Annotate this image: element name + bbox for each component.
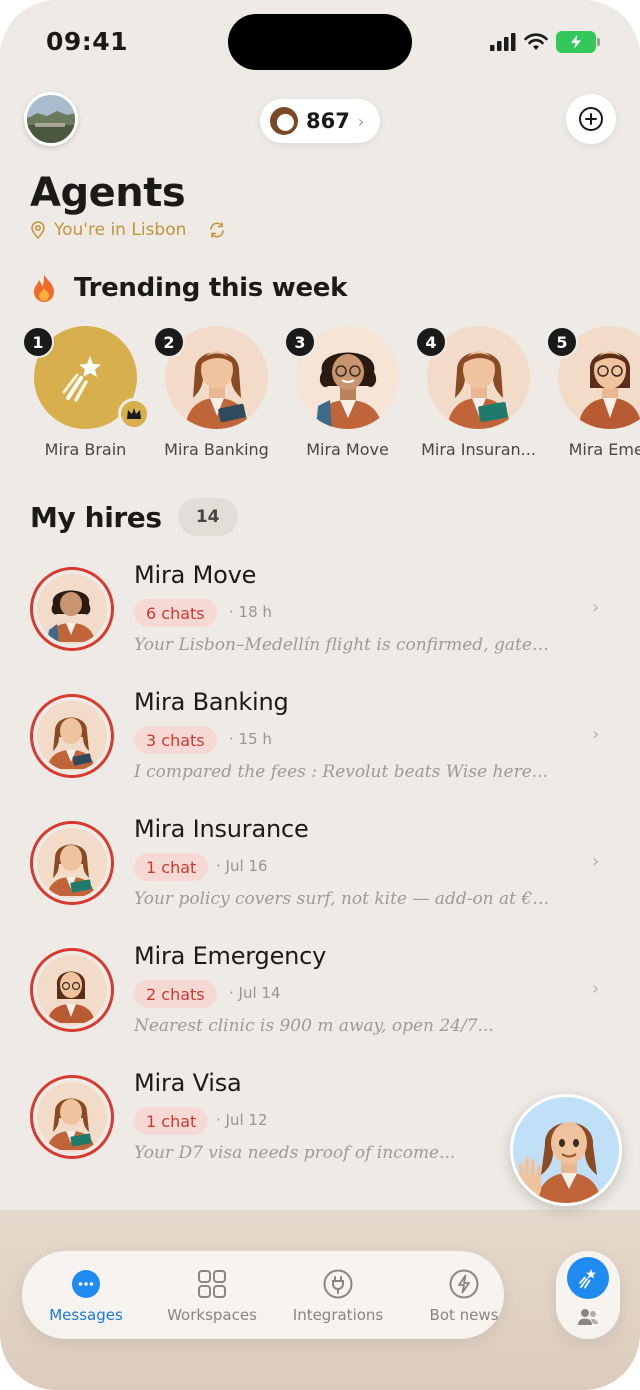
waving-assistant-icon	[519, 1122, 601, 1203]
hire-time: · 18 h	[229, 603, 272, 621]
chevron-right-icon: ›	[592, 724, 600, 745]
users-icon[interactable]	[576, 1305, 600, 1329]
tab-label: Integrations	[292, 1306, 384, 1324]
trending-header: Trending this week	[30, 272, 347, 304]
hires-header: My hires 14	[30, 498, 238, 536]
lightning-icon	[449, 1269, 479, 1299]
plus-circle-icon	[579, 107, 603, 131]
crown-icon	[118, 398, 150, 430]
dynamic-island	[228, 14, 412, 70]
agent-avatar	[30, 694, 114, 778]
hire-time: · Jul 12	[216, 1111, 268, 1129]
agent-avatar	[30, 821, 114, 905]
trending-item[interactable]: 2 Mira Banking	[151, 318, 282, 468]
rank-badge: 5	[546, 326, 578, 358]
grid-icon	[198, 1270, 226, 1298]
hire-preview: I compared the fees : Revolut beats Wise…	[134, 762, 548, 782]
phone-screen: 09:41 867 › Agents You're in Lisbon Tren…	[0, 0, 640, 1390]
signal-icon	[490, 33, 516, 51]
hire-time: · Jul 16	[216, 857, 268, 875]
battery-charging-icon	[556, 31, 600, 53]
agent-name: Mira Brain	[44, 440, 127, 459]
hire-preview: Your D7 visa needs proof of income...	[134, 1143, 456, 1163]
hire-name: Mira Emergency	[134, 942, 327, 970]
tab-bar: Messages Workspaces Integrations Bot new…	[22, 1251, 504, 1339]
chat-bubble-icon	[72, 1270, 100, 1298]
fire-icon	[34, 274, 54, 302]
hire-time: · 15 h	[229, 730, 272, 748]
tab-label: Bot news	[429, 1306, 499, 1324]
trending-item[interactable]: 1 Mira Brain	[20, 318, 151, 468]
agent-name: Mira Emer	[568, 440, 640, 459]
trending-item[interactable]: 4 Mira Insuran...	[413, 318, 544, 468]
landscape-photo	[27, 95, 75, 143]
agent-name: Mira Banking	[164, 440, 269, 459]
hire-row[interactable]: Mira Insurance 1 chat · Jul 16 Your poli…	[0, 809, 640, 929]
chats-badge: 1 chat	[134, 853, 209, 881]
hire-name: Mira Banking	[134, 688, 289, 716]
coconut-icon	[270, 107, 298, 135]
tab-messages[interactable]: Messages	[26, 1251, 146, 1339]
tab-label: Messages	[49, 1306, 123, 1324]
chats-badge: 1 chat	[134, 1107, 209, 1135]
location-text: You're in Lisbon	[54, 220, 187, 240]
shooting-star-icon[interactable]	[567, 1257, 609, 1299]
page-title: Agents	[30, 170, 186, 216]
agent-name: Mira Insuran...	[421, 440, 536, 459]
coins-count: 867	[306, 109, 350, 133]
hire-row[interactable]: Mira Banking 3 chats · 15 h I compared t…	[0, 682, 640, 802]
status-time: 09:41	[46, 27, 129, 56]
hire-preview: Nearest clinic is 900 m away, open 24/7.…	[134, 1016, 494, 1036]
tab-workspaces[interactable]: Workspaces	[152, 1251, 272, 1339]
coins-button[interactable]: 867 ›	[260, 99, 380, 143]
rank-badge: 2	[153, 326, 185, 358]
trending-title: Trending this week	[74, 273, 348, 303]
plug-icon	[323, 1269, 353, 1299]
hire-name: Mira Move	[134, 561, 257, 589]
map-pin-icon	[31, 221, 45, 239]
chevron-right-icon: ›	[357, 111, 365, 131]
agent-avatar	[30, 948, 114, 1032]
chats-badge: 6 chats	[134, 599, 217, 627]
hire-time: · Jul 14	[229, 984, 281, 1002]
rank-badge: 4	[415, 326, 447, 358]
agent-avatar	[30, 567, 114, 651]
wifi-icon	[524, 33, 548, 50]
tab-label: Workspaces	[167, 1306, 257, 1324]
status-icons	[490, 30, 600, 54]
location-row: You're in Lisbon	[30, 220, 226, 240]
tab-bot-news[interactable]: Bot news	[404, 1251, 524, 1339]
hire-row[interactable]: Mira Emergency 2 chats · Jul 14 Nearest …	[0, 936, 640, 1056]
hires-count-badge: 14	[177, 498, 238, 536]
chats-badge: 3 chats	[134, 726, 217, 754]
agent-name: Mira Move	[306, 440, 389, 459]
agent-switcher[interactable]	[556, 1251, 620, 1339]
tab-integrations[interactable]: Integrations	[278, 1251, 398, 1339]
trending-item[interactable]: 3 Mira Move	[282, 318, 413, 468]
assistant-avatar-button[interactable]	[510, 1094, 622, 1206]
hire-row[interactable]: Mira Move 6 chats · 18 h Your Lisbon–Med…	[0, 555, 640, 675]
chevron-right-icon: ›	[592, 851, 600, 872]
hire-name: Mira Visa	[134, 1069, 242, 1097]
hire-preview: Your Lisbon–Medellín flight is confirmed…	[134, 635, 554, 655]
add-agent-button[interactable]	[566, 94, 616, 144]
agent-avatar	[30, 1075, 114, 1159]
hire-preview: Your policy covers surf, not kite — add-…	[134, 889, 554, 909]
profile-avatar[interactable]	[24, 92, 78, 146]
rank-badge: 3	[284, 326, 316, 358]
rank-badge: 1	[22, 326, 54, 358]
trending-carousel[interactable]: 1 Mira Brain 2 Mira Banking 3 Mira Move …	[0, 318, 640, 468]
hire-name: Mira Insurance	[134, 815, 309, 843]
status-bar: 09:41	[0, 0, 640, 80]
hires-title: My hires	[30, 500, 162, 534]
chevron-right-icon: ›	[592, 597, 600, 618]
trending-item[interactable]: 5 Mira Emer	[544, 318, 640, 468]
refresh-icon[interactable]	[208, 221, 226, 239]
chats-badge: 2 chats	[134, 980, 217, 1008]
chevron-right-icon: ›	[592, 978, 600, 999]
